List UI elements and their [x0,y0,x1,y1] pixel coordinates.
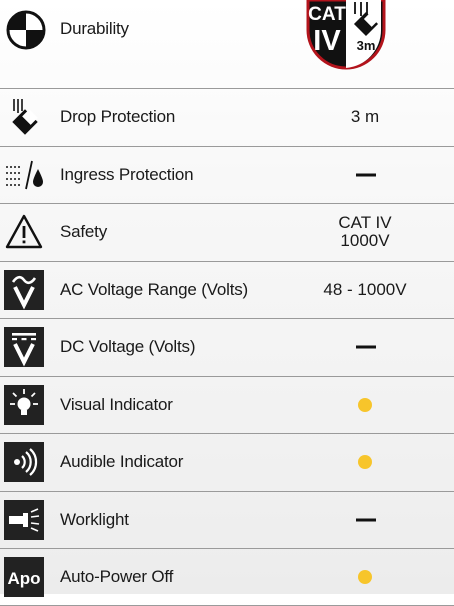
available-dot [358,397,372,412]
row-audible-indicator: Audible Indicator [0,433,454,491]
row-label: Auto-Power Off [60,566,174,586]
row-dc-voltage: DC Voltage (Volts) [0,318,454,376]
row-label: Safety [60,222,107,242]
drop-icon [12,99,38,135]
row-value: 3 m [350,107,380,127]
row-auto-power-off: Apo Auto-Power Off [0,548,454,606]
row-label: Drop Protection [60,107,176,127]
ac-voltage-icon [4,269,44,310]
row-ac-voltage: AC Voltage Range (Volts) 48 - 1000V [0,260,454,319]
available-dot [358,569,372,584]
warning-icon [5,215,43,249]
badge-drop-text: 3m [357,38,376,53]
row-visual-indicator: Visual Indicator [0,375,454,434]
row-label: Ingress Protection [60,164,194,184]
available-dot [358,455,372,470]
not-available-dash [356,345,376,349]
apo-icon: Apo [4,556,44,597]
sound-icon [4,442,44,483]
durability-header: Durability CAT IV 3m [0,0,454,86]
row-ingress-protection: Ingress Protection [0,145,454,204]
not-available-dash [356,173,376,177]
not-available-dash [356,518,376,522]
cat-iv-badge: CAT IV 3m [306,0,386,70]
row-drop-protection: Drop Protection 3 m [0,88,454,146]
svg-text:Apo: Apo [7,569,40,588]
row-value: CAT IV 1000V [338,213,392,251]
flashlight-icon [4,499,44,540]
row-worklight: Worklight [0,490,454,549]
row-label: Audible Indicator [60,452,184,472]
row-label: Visual Indicator [60,394,173,414]
ingress-icon [6,160,43,189]
row-value: 48 - 1000V [323,279,407,299]
dc-voltage-icon [4,327,44,368]
durability-icon [6,10,46,50]
badge-iv-text: IV [313,25,341,57]
spec-table: Drop Protection 3 m Ingress Protection S… [0,88,454,606]
row-safety: Safety CAT IV 1000V [0,203,454,261]
durability-label: Durability [60,19,129,38]
light-bulb-icon [4,384,44,425]
row-label: DC Voltage (Volts) [60,337,196,357]
row-label: Worklight [60,509,129,529]
badge-cat-text: CAT [308,4,346,25]
row-label: AC Voltage Range (Volts) [60,279,248,299]
